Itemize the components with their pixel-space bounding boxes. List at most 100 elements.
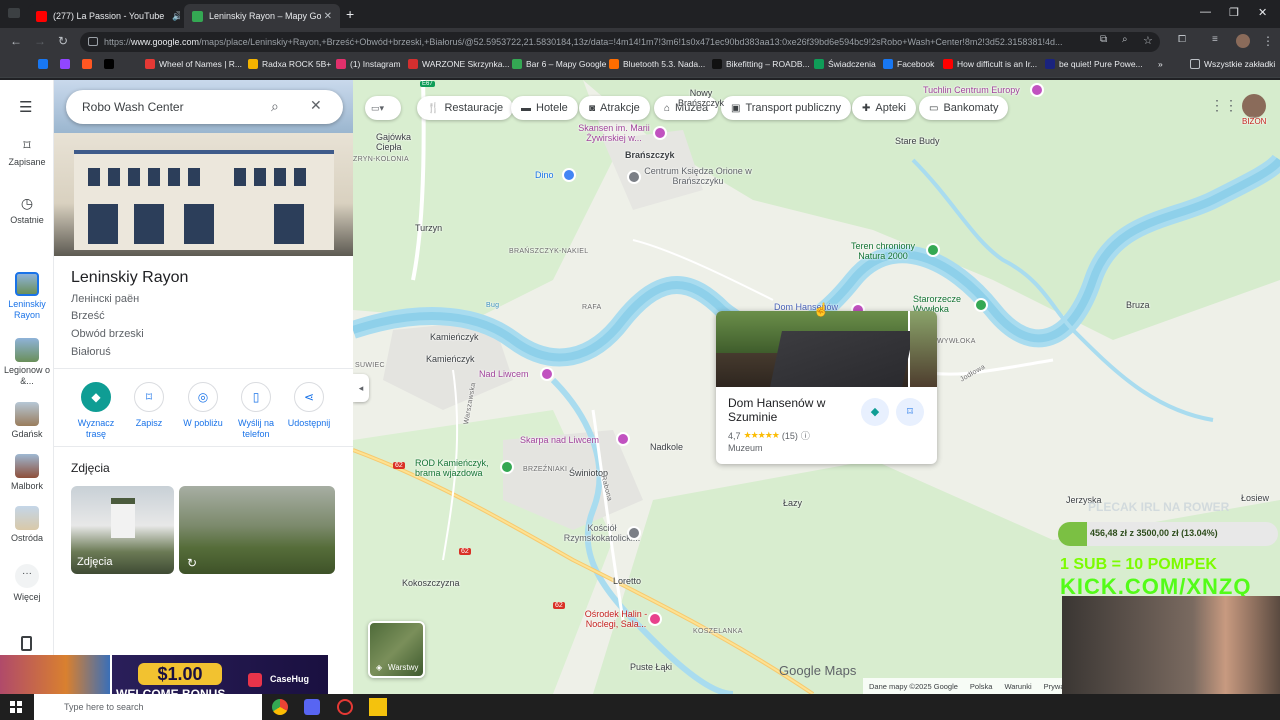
taskbar-search[interactable]: Type here to search xyxy=(34,694,262,720)
park-pin-icon[interactable] xyxy=(974,298,988,312)
country-link[interactable]: Polska xyxy=(970,682,993,691)
shop-pin-icon[interactable] xyxy=(562,168,576,182)
profile-avatar[interactable] xyxy=(1236,34,1250,48)
bookmark-item[interactable] xyxy=(104,59,118,69)
tab-search-icon[interactable] xyxy=(8,8,20,18)
bookmark-item[interactable] xyxy=(38,59,52,69)
park-pin-icon[interactable] xyxy=(500,460,514,474)
all-bookmarks[interactable]: Wszystkie zakładki xyxy=(1190,59,1275,69)
chrome-icon[interactable] xyxy=(272,699,288,715)
place-label[interactable]: Skarpa nad Liwcem xyxy=(520,435,599,445)
collapse-panel-icon[interactable]: ◂ xyxy=(353,374,369,402)
place-label[interactable]: Tuchlin Centrum Europy xyxy=(923,85,1020,95)
save-button[interactable]: ⌑ Zapisz xyxy=(120,382,178,429)
obs-icon[interactable] xyxy=(337,699,353,715)
audio-icon[interactable]: 🔊 xyxy=(172,11,180,22)
museum-pin-icon[interactable] xyxy=(540,367,554,381)
more-bookmarks-icon[interactable]: » xyxy=(1158,59,1163,69)
rail-recent-leninskiy[interactable]: Leninskiy Rayon xyxy=(0,272,54,321)
place-label[interactable]: Centrum Księdza Orione w Brańszczyku xyxy=(643,166,753,186)
chip-hotels[interactable]: ▬ Hotele xyxy=(511,96,578,120)
bookmark-item[interactable] xyxy=(82,59,96,69)
windows-start-icon[interactable] xyxy=(10,701,22,713)
bookmark-item[interactable] xyxy=(60,59,74,69)
menu-icon[interactable]: ⋮ xyxy=(1262,34,1274,48)
site-info-icon[interactable] xyxy=(88,37,98,46)
zoom-icon[interactable]: ⌕ xyxy=(1122,34,1128,45)
chip-restaurants[interactable]: 🍴 Restauracje xyxy=(417,96,514,120)
reload-icon[interactable]: ↻ xyxy=(58,34,68,48)
hamburger-menu-icon[interactable]: ☰ xyxy=(19,98,32,116)
share-button[interactable]: ⋖ Udostępnij xyxy=(280,382,338,429)
chip-atms[interactable]: ▭ Bankomaty xyxy=(919,96,1009,120)
church-pin-icon[interactable] xyxy=(627,526,641,540)
app-icon[interactable] xyxy=(304,699,320,715)
bookmark-item[interactable]: Wheel of Names | R... xyxy=(145,59,242,69)
restore-icon[interactable]: ❐ xyxy=(1229,6,1239,19)
bookmark-item[interactable]: Bluetooth 5.3. Nada... xyxy=(609,59,705,69)
google-apps-icon[interactable]: ⋮⋮ xyxy=(1210,97,1238,114)
bookmark-item[interactable]: Facebook xyxy=(883,59,934,69)
bookmark-item[interactable]: Bikefitting – ROADB... xyxy=(712,59,810,69)
rail-saved[interactable]: ⌑ Zapisane xyxy=(0,138,54,168)
apps-icon[interactable] xyxy=(9,61,19,71)
new-tab-button[interactable]: + xyxy=(346,6,354,22)
phone-icon[interactable] xyxy=(21,636,32,651)
rail-recent[interactable]: ◷ Ostatnie xyxy=(0,196,54,226)
museum-pin-icon[interactable] xyxy=(653,126,667,140)
close-window-icon[interactable]: ✕ xyxy=(1258,6,1267,19)
place-card-photo-2[interactable] xyxy=(910,311,937,387)
bookmark-icon[interactable]: ⌑ xyxy=(896,398,924,426)
chip-attractions[interactable]: ◙ Atrakcje xyxy=(579,96,650,120)
place-label[interactable]: Gajówka Ciepła xyxy=(376,132,436,152)
extensions-icon[interactable]: ⧠ xyxy=(1178,34,1186,45)
card-title[interactable]: Dom Hansenów w Szuminie xyxy=(728,396,856,424)
minimize-icon[interactable]: — xyxy=(1200,6,1211,18)
photo-tile-street-view[interactable]: ↻ xyxy=(179,486,335,574)
bookmark-item[interactable]: (1) Instagram xyxy=(336,59,401,69)
terms-link[interactable]: Warunki xyxy=(1004,682,1031,691)
directions-icon[interactable]: ◆ xyxy=(861,398,889,426)
bookmark-item[interactable]: Świadczenia xyxy=(814,59,876,69)
bookmark-item[interactable]: How difficult is an Ir... xyxy=(943,59,1037,69)
tab-google-maps[interactable]: Leninskiy Rayon – Mapy Google ✕ xyxy=(184,4,340,28)
star-icon[interactable]: ☆ xyxy=(1143,34,1153,47)
park-pin-icon[interactable] xyxy=(926,243,940,257)
place-label[interactable]: Teren chroniony Natura 2000 xyxy=(843,241,923,261)
streaming-app-icon[interactable] xyxy=(369,698,387,716)
place-label[interactable]: ROD Kamieńczyk, brama wjazdowa xyxy=(415,458,505,478)
search-icon[interactable]: ⌕ xyxy=(271,98,279,115)
rail-recent-ostroda[interactable]: Ostróda xyxy=(0,506,54,544)
media-icon[interactable]: ≡ xyxy=(1212,34,1218,45)
back-icon[interactable]: ← xyxy=(10,34,22,48)
keyboard-toggle[interactable]: ▭▾ xyxy=(365,96,401,120)
bookmark-item[interactable]: Radxa ROCK 5B+ xyxy=(248,59,331,69)
account-avatar[interactable] xyxy=(1242,94,1266,118)
bookmark-item[interactable]: Bar 6 – Mapy Google xyxy=(512,59,606,69)
hotel-pin-icon[interactable] xyxy=(648,612,662,626)
place-card-photo[interactable] xyxy=(716,311,914,387)
send-to-phone-button[interactable]: ▯ Wyślij na telefon xyxy=(227,382,285,440)
layers-button[interactable]: ◈ Warstwy xyxy=(368,621,425,678)
close-tab-icon[interactable]: ✕ xyxy=(324,11,332,22)
rail-recent-legionowo[interactable]: Legionow o &... xyxy=(0,338,54,387)
bookmark-item[interactable]: be quiet! Pure Powe... xyxy=(1045,59,1143,69)
close-icon[interactable]: ✕ xyxy=(310,97,322,114)
place-card[interactable]: Dom Hansenów w Szuminie ◆ ⌑ 4,7 ★★★★★ (1… xyxy=(716,311,937,464)
place-label[interactable]: Nad Liwcem xyxy=(479,369,529,379)
nearby-button[interactable]: ◎ W pobliżu xyxy=(174,382,232,429)
rail-recent-gdansk[interactable]: Gdańsk xyxy=(0,402,54,440)
bookmark-item[interactable]: WARZONE Skrzynka... xyxy=(408,59,510,69)
rail-recent-malbork[interactable]: Malbork xyxy=(0,454,54,492)
place-pin-icon[interactable] xyxy=(627,170,641,184)
address-bar[interactable]: https://www.google.com/maps/place/Lenins… xyxy=(80,32,1160,52)
info-icon[interactable]: ⓘ xyxy=(801,429,810,442)
review-count[interactable]: (15) xyxy=(782,431,798,441)
place-label[interactable]: Dino xyxy=(535,170,554,180)
museum-pin-icon[interactable] xyxy=(1030,83,1044,97)
directions-button[interactable]: ◆ Wyznacz trasę xyxy=(67,382,125,440)
photo-tile-church[interactable]: Zdjęcia xyxy=(71,486,174,574)
tab-youtube[interactable]: (277) La Passion - YouTube 🔊 ✕ xyxy=(28,4,180,28)
install-app-icon[interactable]: ⧉ xyxy=(1100,34,1107,45)
museum-pin-icon[interactable] xyxy=(616,432,630,446)
